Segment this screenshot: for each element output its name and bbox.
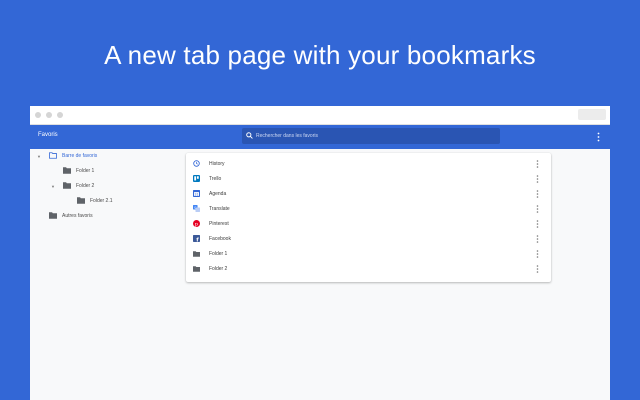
bookmark-label: Folder 2 bbox=[209, 265, 228, 272]
tree-item-label: Barre de favoris bbox=[62, 153, 98, 159]
tree-item-label: Folder 1 bbox=[76, 168, 95, 174]
list-item[interactable]: History bbox=[186, 156, 551, 171]
folder-icon bbox=[63, 182, 71, 189]
list-item[interactable]: 31 Agenda bbox=[186, 186, 551, 201]
more-vert-icon[interactable] bbox=[536, 250, 539, 258]
bookmark-label: Trello bbox=[209, 175, 222, 182]
more-vert-icon[interactable] bbox=[536, 235, 539, 243]
trello-icon bbox=[193, 175, 200, 182]
bookmark-label: History bbox=[209, 160, 225, 167]
search-input[interactable] bbox=[256, 128, 486, 144]
app-toolbar: Favoris bbox=[30, 125, 610, 149]
bookmark-label: Folder 1 bbox=[209, 250, 228, 257]
history-icon bbox=[193, 160, 200, 167]
bookmark-label: Agenda bbox=[209, 190, 227, 197]
list-item[interactable]: f Facebook bbox=[186, 231, 551, 246]
expand-arrow-icon[interactable]: ▼ bbox=[51, 184, 55, 189]
search-icon bbox=[246, 132, 253, 139]
window-maximize-dot[interactable] bbox=[57, 112, 63, 118]
facebook-icon: f bbox=[193, 235, 200, 242]
more-vert-icon[interactable] bbox=[536, 265, 539, 273]
folder-icon bbox=[49, 212, 57, 219]
folder-icon bbox=[63, 167, 71, 174]
list-item[interactable]: p Pinterest bbox=[186, 216, 551, 231]
list-item[interactable]: Folder 2 bbox=[186, 261, 551, 276]
expand-arrow-icon[interactable]: ▼ bbox=[37, 154, 41, 159]
window-close-dot[interactable] bbox=[35, 112, 41, 118]
tree-item-label: Folder 2.1 bbox=[90, 198, 113, 204]
folder-icon bbox=[77, 197, 85, 204]
bookmark-label: Pinterest bbox=[209, 220, 229, 227]
svg-text:p: p bbox=[195, 221, 198, 227]
more-vert-icon[interactable] bbox=[597, 132, 600, 142]
bookmark-label: Translate bbox=[209, 205, 230, 212]
bookmark-list: History Trello 31 Agenda G Translate p P… bbox=[186, 153, 551, 282]
folder-open-icon bbox=[49, 152, 57, 159]
list-item[interactable]: G Translate bbox=[186, 201, 551, 216]
more-vert-icon[interactable] bbox=[536, 220, 539, 228]
svg-text:31: 31 bbox=[195, 192, 199, 196]
tree-item-label: Autres favoris bbox=[62, 213, 93, 219]
bookmark-label: Facebook bbox=[209, 235, 231, 242]
translate-icon: G bbox=[193, 205, 200, 212]
tree-item-folder-1[interactable]: Folder 1 bbox=[30, 164, 94, 178]
more-vert-icon[interactable] bbox=[536, 160, 539, 168]
window-minimize-dot[interactable] bbox=[46, 112, 52, 118]
app-window: Favoris ▼ Barre de favoris Folder bbox=[30, 106, 610, 400]
tree-item-folder-2-1[interactable]: Folder 2.1 bbox=[30, 194, 113, 208]
tree-item-other-bookmarks[interactable]: Autres favoris bbox=[30, 209, 93, 223]
window-control-button[interactable] bbox=[578, 109, 606, 120]
tree-item-folder-2[interactable]: ▼ Folder 2 bbox=[30, 179, 94, 193]
more-vert-icon[interactable] bbox=[536, 190, 539, 198]
folder-icon bbox=[193, 251, 200, 257]
more-vert-icon[interactable] bbox=[536, 175, 539, 183]
list-item[interactable]: Trello bbox=[186, 171, 551, 186]
more-vert-icon[interactable] bbox=[536, 205, 539, 213]
pinterest-icon: p bbox=[193, 220, 200, 227]
app-title: Favoris bbox=[38, 132, 58, 138]
list-item[interactable]: Folder 1 bbox=[186, 246, 551, 261]
search-box[interactable] bbox=[242, 128, 500, 144]
headline: A new tab page with your bookmarks bbox=[104, 40, 536, 70]
calendar-icon: 31 bbox=[193, 190, 200, 197]
tree-item-bookmarks-bar[interactable]: ▼ Barre de favoris bbox=[30, 149, 97, 163]
folder-icon bbox=[193, 266, 200, 272]
window-titlebar bbox=[30, 106, 610, 125]
tree-item-label: Folder 2 bbox=[76, 183, 95, 189]
